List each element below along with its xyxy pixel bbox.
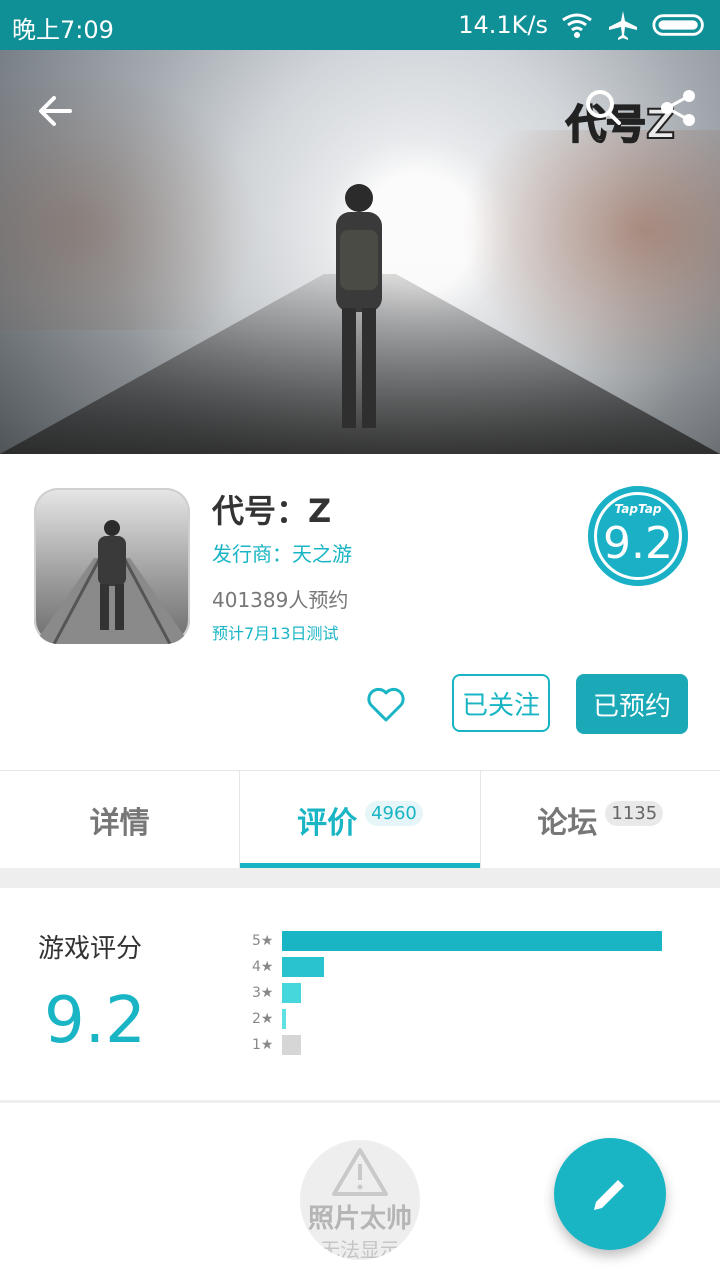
section-divider <box>0 868 720 888</box>
rating-bar-label: 2★ <box>252 1011 274 1027</box>
game-app-icon <box>34 488 190 644</box>
rating-bar-track <box>282 931 662 951</box>
rating-section: 游戏评分 9.2 5★ 4★ 3★ 2★ 1★ <box>0 888 720 1100</box>
score-brand: TapTap <box>614 502 662 516</box>
rating-score: 9.2 <box>44 984 146 1058</box>
network-speed: 14.1K/s <box>458 11 548 39</box>
hero-walking-figure <box>336 184 382 428</box>
rating-bar-label: 1★ <box>252 1037 274 1053</box>
placeholder-text-1: 照片太帅 <box>307 1204 412 1234</box>
game-info: 代号：Z 发行商：天之游 401389人预约 预计7月13日测试 TapTap … <box>0 454 720 770</box>
tab-forum-count: 1135 <box>605 800 664 826</box>
reservation-count: 401389人预约 <box>212 588 349 612</box>
placeholder-text-2: 无法显示 <box>320 1238 400 1260</box>
write-review-button[interactable] <box>554 1138 666 1250</box>
follow-button[interactable]: 已关注 <box>452 674 550 732</box>
share-icon[interactable] <box>656 86 700 130</box>
game-title: 代号：Z <box>212 492 332 530</box>
rating-bar-label: 3★ <box>252 985 274 1001</box>
battery-icon <box>652 14 704 36</box>
status-bar: 晚上7:09 14.1K/s <box>0 0 720 50</box>
rating-bar-fill <box>282 957 324 977</box>
tab-forum-label: 论坛 <box>537 806 598 841</box>
rating-bar-track <box>282 1009 662 1029</box>
tab-forum[interactable]: 论坛 1135 <box>479 771 720 869</box>
rating-bar-label: 5★ <box>252 933 274 949</box>
rating-bar-fill <box>282 931 662 951</box>
heart-icon[interactable] <box>364 682 408 726</box>
search-icon[interactable] <box>582 86 622 126</box>
rating-bar-track <box>282 1035 662 1055</box>
rating-bar-label: 4★ <box>252 959 274 975</box>
status-time: 晚上7:09 <box>12 16 114 44</box>
test-date: 预计7月13日测试 <box>212 624 339 643</box>
rating-title: 游戏评分 <box>38 934 143 964</box>
rating-distribution: 5★ 4★ 3★ 2★ 1★ <box>252 930 682 1060</box>
status-icons: 14.1K/s <box>458 8 708 42</box>
airplane-icon <box>609 11 637 40</box>
tab-bar: 详情 评价 4960 论坛 1135 <box>0 770 720 869</box>
content-divider <box>0 1100 720 1103</box>
score-value: 9.2 <box>603 518 673 569</box>
back-arrow-icon[interactable] <box>30 86 80 136</box>
tab-reviews[interactable]: 评价 4960 <box>239 771 480 869</box>
rating-bar-track <box>282 983 662 1003</box>
tab-details[interactable]: 详情 <box>0 771 239 869</box>
rating-bar-track <box>282 957 662 977</box>
rating-bar-fill <box>282 1009 286 1029</box>
tab-details-label: 详情 <box>89 806 150 841</box>
wifi-icon <box>562 13 592 38</box>
score-badge: TapTap 9.2 <box>588 486 688 586</box>
warning-icon <box>332 1148 388 1196</box>
rating-bar-row: 5★ <box>252 930 662 952</box>
rating-bar-row: 3★ <box>252 982 662 1004</box>
rating-bar-row: 2★ <box>252 1008 662 1030</box>
rating-bar-row: 1★ <box>252 1034 662 1056</box>
rating-bar-fill <box>282 1035 301 1055</box>
rating-bar-row: 4★ <box>252 956 662 978</box>
game-publisher[interactable]: 发行商：天之游 <box>212 538 352 567</box>
reserved-button[interactable]: 已预约 <box>576 674 688 734</box>
tab-reviews-label: 评价 <box>297 806 358 841</box>
image-placeholder: 照片太帅 无法显示 <box>300 1140 420 1260</box>
game-icon-art <box>34 520 190 644</box>
hero-banner: 代号Z <box>0 50 720 454</box>
rating-bar-fill <box>282 983 301 1003</box>
pencil-icon <box>594 1177 627 1210</box>
tab-reviews-count: 4960 <box>365 800 423 826</box>
